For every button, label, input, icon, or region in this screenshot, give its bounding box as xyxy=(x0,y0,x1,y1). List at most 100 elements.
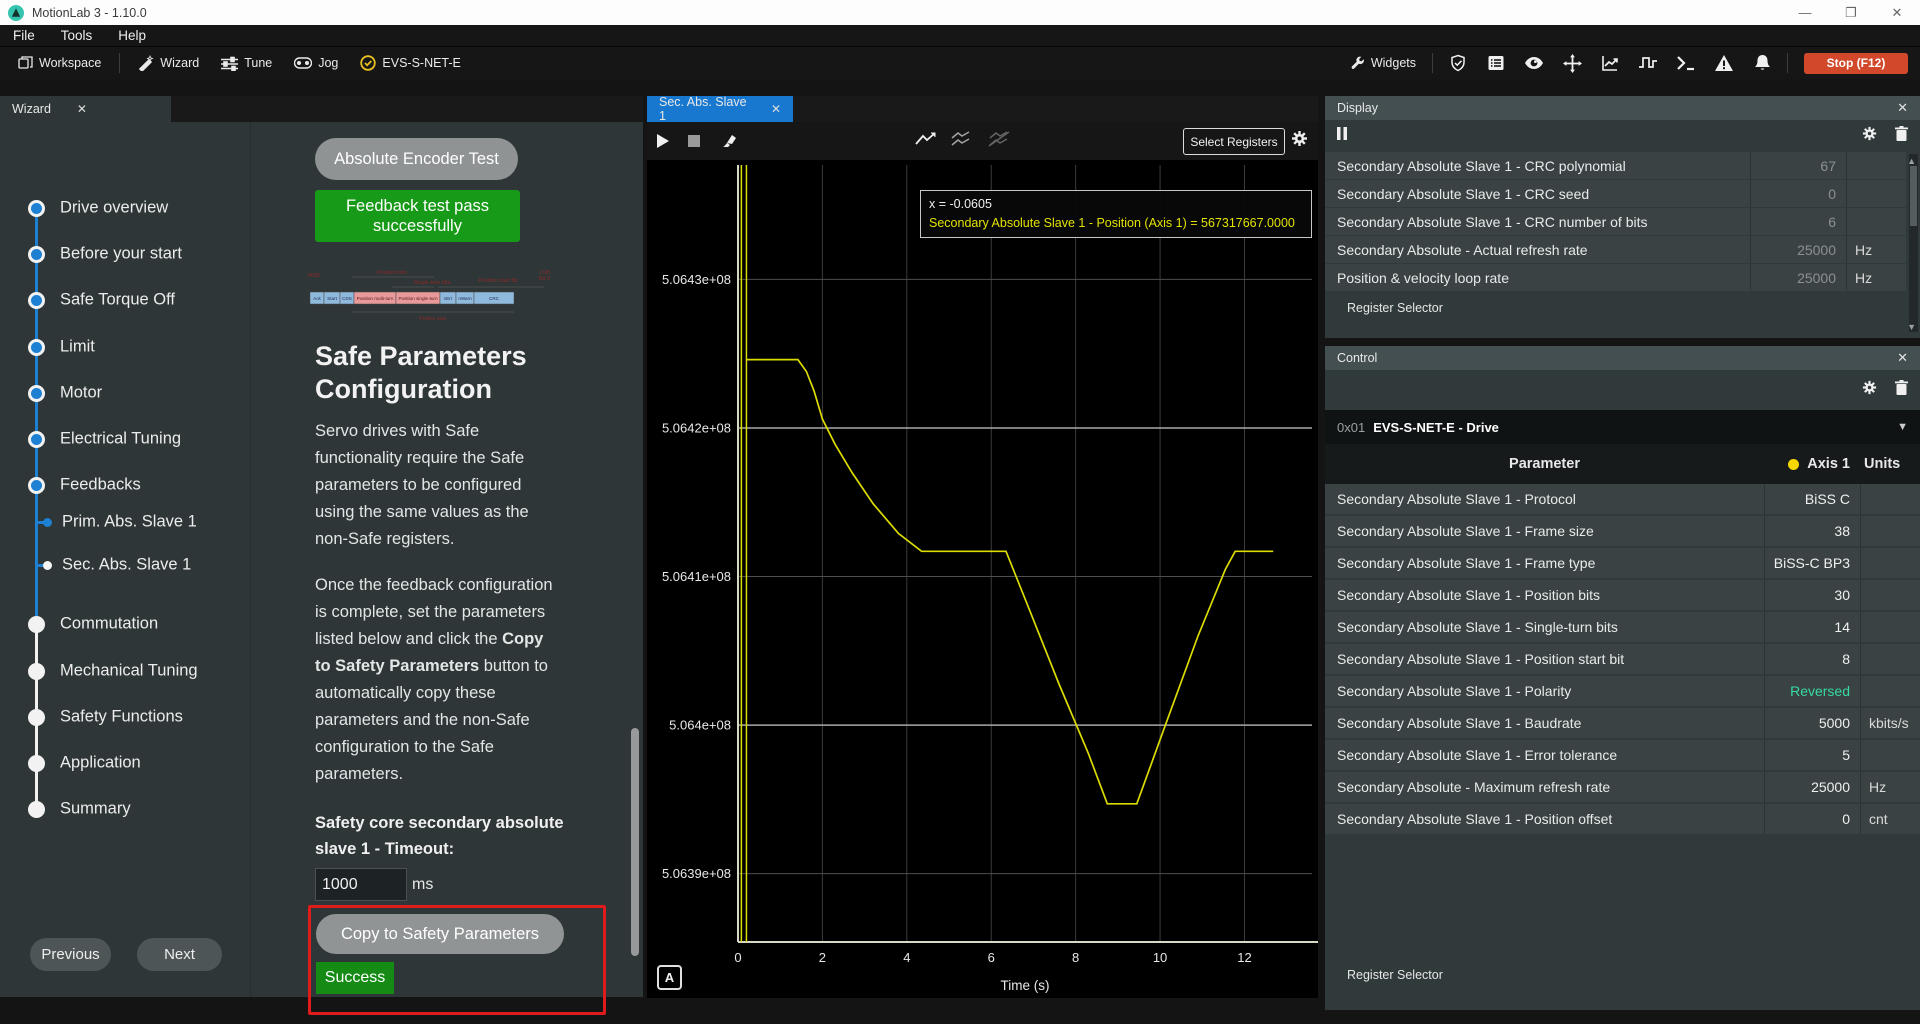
chart-line-icon[interactable] xyxy=(1593,50,1627,76)
menu-file[interactable]: File xyxy=(0,28,48,43)
tab-wizard[interactable]: Wizard ✕ xyxy=(0,96,171,122)
plot-area[interactable]: 0246810125.0643e+085.0642e+085.0641e+085… xyxy=(647,160,1318,998)
trash-icon[interactable] xyxy=(1895,380,1908,400)
parameter-row[interactable]: Secondary Absolute Slave 1 - Frame type … xyxy=(1325,548,1920,578)
sidebar-item-motor[interactable]: Motor xyxy=(60,384,102,403)
tune-button[interactable]: Tune xyxy=(213,50,280,76)
display-widget-header[interactable]: Display ✕ xyxy=(1325,96,1920,120)
display-register-selector[interactable]: Register Selector xyxy=(1325,301,1920,315)
scroll-down-icon[interactable]: ▼ xyxy=(1907,322,1916,332)
sidebar-item-application[interactable]: Application xyxy=(60,754,141,773)
line-style-double-icon[interactable] xyxy=(951,131,973,152)
wizard-step-dot[interactable] xyxy=(43,561,52,570)
wizard-step-dot[interactable] xyxy=(28,292,45,309)
parameter-row[interactable]: Secondary Absolute - Maximum refresh rat… xyxy=(1325,772,1920,802)
terminal-icon[interactable] xyxy=(1669,50,1703,76)
parameter-value[interactable]: 25000 xyxy=(1764,772,1860,802)
settings-gear-icon[interactable] xyxy=(1862,380,1877,400)
sidebar-item-feedbacks[interactable]: Feedbacks xyxy=(60,476,141,495)
parameter-row[interactable]: Secondary Absolute Slave 1 - Polarity Re… xyxy=(1325,676,1920,706)
parameter-value[interactable]: 5 xyxy=(1764,740,1860,770)
play-icon[interactable] xyxy=(647,133,679,149)
list-icon[interactable] xyxy=(1479,50,1513,76)
parameter-row[interactable]: Secondary Absolute Slave 1 - Frame size … xyxy=(1325,516,1920,546)
parameter-value[interactable]: Reversed xyxy=(1764,676,1860,706)
parameter-value[interactable]: 38 xyxy=(1764,516,1860,546)
trash-icon[interactable] xyxy=(1895,126,1908,146)
sidebar-item-drive-overview[interactable]: Drive overview xyxy=(60,199,168,218)
wizard-step-dot[interactable] xyxy=(43,518,52,527)
close-widget-icon[interactable]: ✕ xyxy=(1897,350,1908,366)
previous-button[interactable]: Previous xyxy=(30,938,111,971)
wizard-step-dot[interactable] xyxy=(28,616,45,633)
move-icon[interactable] xyxy=(1555,50,1589,76)
sidebar-item-mechanical-tuning[interactable]: Mechanical Tuning xyxy=(60,662,198,681)
pause-icon[interactable] xyxy=(1337,127,1347,145)
wizard-step-dot[interactable] xyxy=(28,246,45,263)
square-wave-icon[interactable] xyxy=(1631,50,1665,76)
parameter-value[interactable]: 30 xyxy=(1764,580,1860,610)
eye-icon[interactable] xyxy=(1517,50,1551,76)
sidebar-item-safe-torque-off[interactable]: Safe Torque Off xyxy=(60,291,175,310)
parameter-value[interactable]: 0 xyxy=(1764,804,1860,834)
wizard-button[interactable]: Wizard xyxy=(130,50,207,76)
device-status-button[interactable]: EVS-S-NET-E xyxy=(352,50,469,76)
jog-button[interactable]: Jog xyxy=(286,50,346,76)
parameter-row[interactable]: Secondary Absolute Slave 1 - Position st… xyxy=(1325,644,1920,674)
close-tab-icon[interactable]: ✕ xyxy=(771,102,781,116)
restore-button[interactable]: ❐ xyxy=(1828,0,1874,25)
display-row[interactable]: Position & velocity loop rate 25000 Hz xyxy=(1325,264,1906,291)
parameter-row[interactable]: Secondary Absolute Slave 1 - Error toler… xyxy=(1325,740,1920,770)
copy-to-safety-parameters-button[interactable]: Copy to Safety Parameters xyxy=(316,914,564,954)
close-button[interactable]: ✕ xyxy=(1874,0,1920,25)
display-row[interactable]: Secondary Absolute - Actual refresh rate… xyxy=(1325,236,1906,263)
shield-check-icon[interactable] xyxy=(1441,50,1475,76)
scroll-up-icon[interactable]: ▲ xyxy=(1907,156,1916,166)
wizard-step-dot[interactable] xyxy=(28,339,45,356)
line-style-double-off-icon[interactable] xyxy=(987,131,1011,152)
sidebar-item-summary[interactable]: Summary xyxy=(60,800,131,819)
line-style-single-icon[interactable] xyxy=(915,131,937,152)
parameter-value[interactable]: BiSS C xyxy=(1764,484,1860,514)
autoscale-button[interactable]: A xyxy=(657,965,682,990)
parameter-row[interactable]: Secondary Absolute Slave 1 - Protocol Bi… xyxy=(1325,484,1920,514)
content-scrollbar[interactable] xyxy=(631,728,639,956)
warning-icon[interactable] xyxy=(1707,50,1741,76)
display-row[interactable]: Secondary Absolute Slave 1 - CRC polynom… xyxy=(1325,152,1906,179)
tab-sec-abs-slave-1[interactable]: Sec. Abs. Slave 1 ✕ xyxy=(647,96,793,122)
absolute-encoder-test-button[interactable]: Absolute Encoder Test xyxy=(315,138,518,180)
parameter-value[interactable]: 14 xyxy=(1764,612,1860,642)
control-widget-header[interactable]: Control ✕ xyxy=(1325,346,1920,370)
parameter-row[interactable]: Secondary Absolute Slave 1 - Position of… xyxy=(1325,804,1920,834)
wizard-step-dot[interactable] xyxy=(28,801,45,818)
bell-icon[interactable] xyxy=(1745,50,1779,76)
sidebar-item-limit[interactable]: Limit xyxy=(60,338,95,357)
parameter-value[interactable]: 5000 xyxy=(1764,708,1860,738)
parameter-value[interactable]: 8 xyxy=(1764,644,1860,674)
select-registers-button[interactable]: Select Registers xyxy=(1183,128,1285,155)
workspace-button[interactable]: Workspace xyxy=(10,50,109,76)
control-register-selector[interactable]: Register Selector xyxy=(1325,968,1443,982)
stop-button[interactable]: Stop (F12) xyxy=(1804,53,1908,74)
display-row[interactable]: Secondary Absolute Slave 1 - CRC number … xyxy=(1325,208,1906,235)
chart-settings-gear-icon[interactable] xyxy=(1291,130,1308,152)
wizard-step-dot[interactable] xyxy=(28,663,45,680)
sidebar-item-commutation[interactable]: Commutation xyxy=(60,615,158,634)
menu-tools[interactable]: Tools xyxy=(48,28,106,43)
parameter-row[interactable]: Secondary Absolute Slave 1 - Single-turn… xyxy=(1325,612,1920,642)
minimize-button[interactable]: — xyxy=(1782,0,1828,25)
timeout-input[interactable] xyxy=(315,868,407,901)
close-widget-icon[interactable]: ✕ xyxy=(1897,100,1908,116)
wizard-step-dot[interactable] xyxy=(28,709,45,726)
display-row[interactable]: Secondary Absolute Slave 1 - CRC seed 0 xyxy=(1325,180,1906,207)
sidebar-item-safety-functions[interactable]: Safety Functions xyxy=(60,708,183,727)
wizard-step-dot[interactable] xyxy=(28,477,45,494)
display-scrollbar-thumb[interactable] xyxy=(1910,166,1917,226)
sidebar-item-before-your-start[interactable]: Before your start xyxy=(60,245,182,264)
sidebar-item-prim-abs-slave-1[interactable]: Prim. Abs. Slave 1 xyxy=(62,513,197,532)
parameter-row[interactable]: Secondary Absolute Slave 1 - Baudrate 50… xyxy=(1325,708,1920,738)
wizard-step-dot[interactable] xyxy=(28,385,45,402)
sidebar-item-electrical-tuning[interactable]: Electrical Tuning xyxy=(60,430,181,449)
stop-icon[interactable] xyxy=(679,135,709,147)
menu-help[interactable]: Help xyxy=(105,28,159,43)
